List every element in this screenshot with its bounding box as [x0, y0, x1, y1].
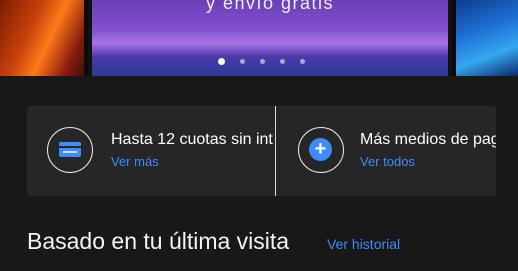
installments-link[interactable]: Ver más [111, 154, 159, 169]
payment-methods-option[interactable]: + Más medios de pago Ver todos [276, 106, 496, 196]
payment-options-card: Hasta 12 cuotas sin int Ver más + Más me… [27, 106, 496, 196]
payment-methods-icon-circle: + [298, 127, 344, 173]
section-title: Basado en tu última visita [27, 228, 290, 254]
installments-option[interactable]: Hasta 12 cuotas sin int Ver más [27, 106, 275, 196]
installments-title: Hasta 12 cuotas sin int [111, 131, 273, 148]
installments-icon-circle [47, 127, 93, 173]
carousel-dot-5[interactable] [300, 58, 305, 64]
payment-methods-title: Más medios de pago [360, 131, 496, 148]
banner-slide-prev[interactable] [0, 0, 88, 76]
payment-methods-link[interactable]: Ver todos [360, 154, 415, 169]
carousel-dots [218, 57, 320, 65]
carousel-dot-4[interactable] [280, 58, 285, 64]
banner-slide-next[interactable] [452, 0, 518, 76]
carousel-dot-1[interactable] [218, 57, 225, 65]
hero-banner[interactable]: y envío gratis [0, 0, 518, 76]
carousel-dot-2[interactable] [240, 58, 245, 64]
carousel-dot-3[interactable] [260, 58, 265, 64]
credit-card-icon [59, 142, 81, 157]
banner-caption: y envío gratis [205, 0, 335, 13]
plus-circle-icon: + [309, 138, 332, 161]
view-history-link[interactable]: Ver historial [327, 236, 400, 252]
